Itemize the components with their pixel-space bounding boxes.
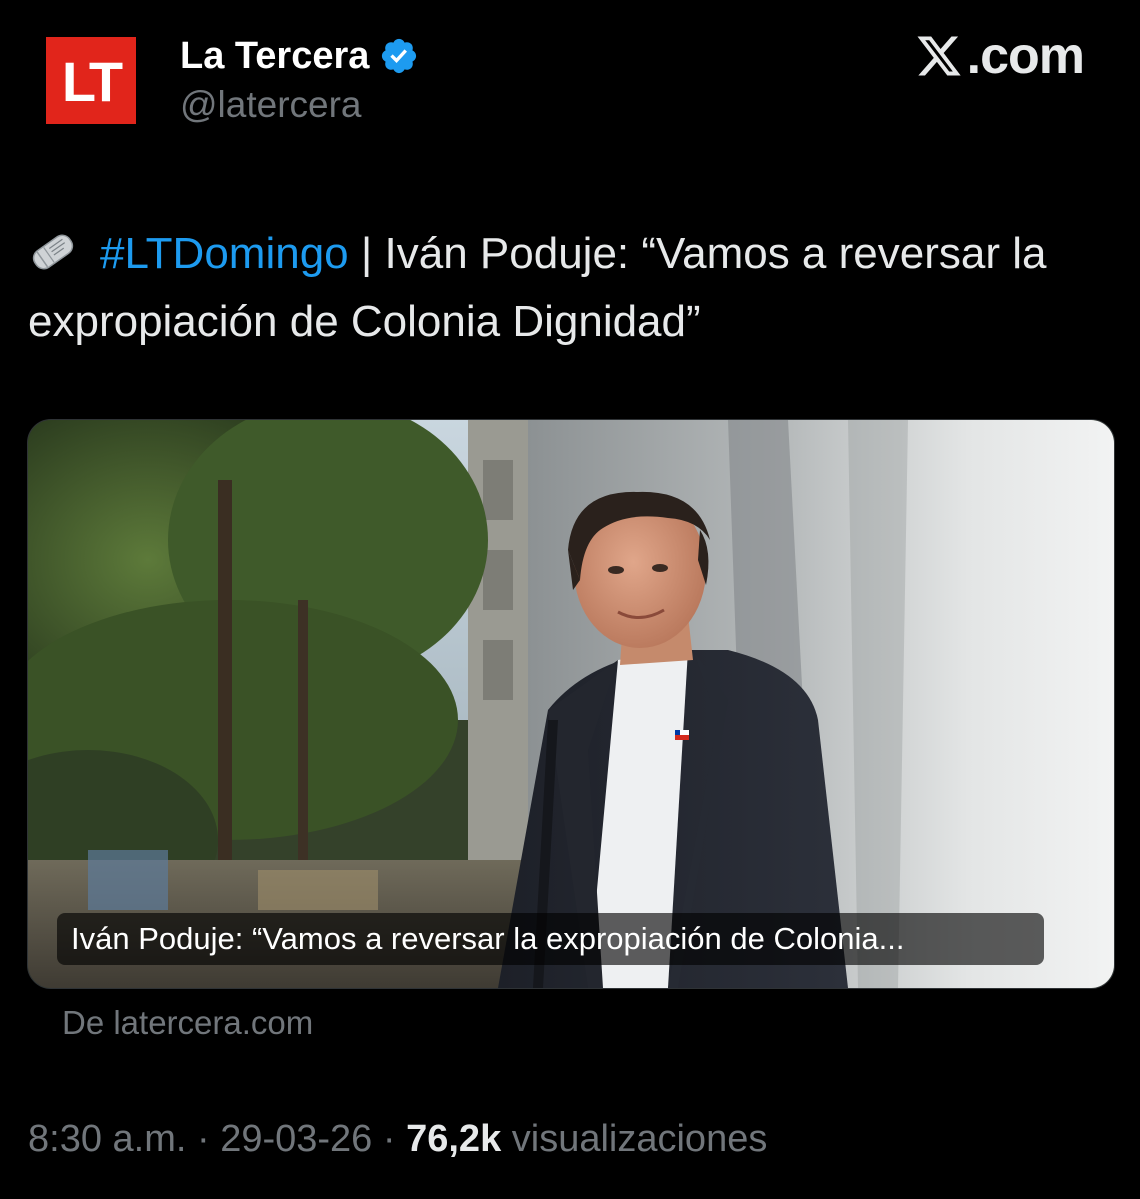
avatar[interactable]: LT — [46, 37, 136, 124]
brand-watermark: .com — [913, 26, 1085, 86]
brand-domain: .com — [966, 27, 1085, 85]
tweet-meta: 8:30 a.m. · 29-03-26 · 76,2k visualizaci… — [28, 1118, 767, 1161]
verified-badge-icon — [382, 38, 417, 74]
tweet-date[interactable]: 29-03-26 — [220, 1118, 372, 1160]
views-label: visualizaciones — [501, 1118, 768, 1160]
meta-separator: · — [186, 1118, 221, 1160]
account-name[interactable]: La Tercera — [180, 35, 369, 78]
views-count: 76,2k — [406, 1118, 502, 1160]
account-handle[interactable]: @latercera — [180, 84, 362, 126]
tweet-time[interactable]: 8:30 a.m. — [28, 1118, 186, 1160]
link-preview-card[interactable]: Iván Poduje: “Vamos a reversar la exprop… — [27, 419, 1115, 989]
article-photo — [28, 420, 1114, 988]
x-logo-icon — [917, 36, 961, 76]
account-name-row: La Tercera — [180, 30, 419, 82]
card-title: Iván Poduje: “Vamos a reversar la exprop… — [57, 913, 1044, 965]
card-source[interactable]: De latercera.com — [62, 1004, 313, 1042]
meta-separator: · — [372, 1118, 407, 1160]
avatar-logo-text: LT — [61, 49, 123, 113]
tweet-text: #LTDomingo | Iván Poduje: “Vamos a rever… — [28, 220, 1118, 356]
rolled-newspaper-icon — [32, 234, 74, 270]
tweet-separator: | — [348, 229, 385, 278]
hashtag-link[interactable]: #LTDomingo — [100, 229, 349, 278]
